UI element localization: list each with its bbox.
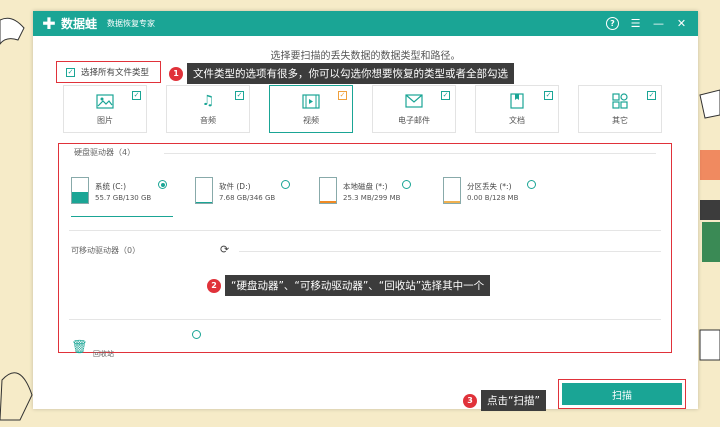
checkbox-icon[interactable]: ✓ xyxy=(338,91,347,100)
annotation-text: 点击“扫描” xyxy=(481,390,546,411)
file-type-label: 其它 xyxy=(612,116,628,125)
annotation-number: 1 xyxy=(169,66,183,81)
hard-drive-section-label: 硬盘驱动器（4） xyxy=(74,148,136,157)
checkbox-icon[interactable]: ✓ xyxy=(235,91,244,100)
file-type-image[interactable]: ✓ 图片 xyxy=(63,85,147,133)
drive-size: 55.7 GB/130 GB xyxy=(95,194,152,202)
file-type-audio[interactable]: ✓ ♫ 音频 xyxy=(166,85,250,133)
refresh-icon[interactable]: ⟳ xyxy=(220,243,229,256)
divider xyxy=(69,319,661,320)
drive-lost-radio[interactable] xyxy=(527,180,536,189)
file-type-label: 音频 xyxy=(200,116,216,125)
annotation-number: 2 xyxy=(207,278,221,293)
annotation-number: 3 xyxy=(463,393,477,408)
image-icon xyxy=(95,92,115,110)
removable-section-label: 可移动驱动器（0） xyxy=(71,246,141,255)
file-type-other[interactable]: ✓ 其它 xyxy=(578,85,662,133)
trash-icon: 🗑 xyxy=(71,340,88,355)
drive-icon xyxy=(195,177,213,204)
file-type-list: ✓ 图片 ✓ ♫ 音频 ✓ 视频 ✓ 电子邮件 ✓ 文档 ✓ 其它 xyxy=(63,85,681,133)
recycle-bin-radio[interactable] xyxy=(192,330,201,339)
select-all-label: 选择所有文件类型 xyxy=(81,68,150,78)
drive-local-radio[interactable] xyxy=(402,180,411,189)
drive-size: 0.00 B/128 MB xyxy=(467,194,519,202)
annotation-text: 文件类型的选项有很多，你可以勾选你想要恢复的类型或者全部勾选 xyxy=(187,63,514,84)
annotation-1: 1 文件类型的选项有很多，你可以勾选你想要恢复的类型或者全部勾选 xyxy=(169,63,514,84)
minimize-icon[interactable]: — xyxy=(652,17,665,30)
annotation-2: 2 “硬盘动器”、“可移动驱动器”、“回收站”选择其中一个 xyxy=(207,275,491,296)
drive-icon xyxy=(71,177,89,204)
radio-selected-dot xyxy=(160,182,165,187)
drive-size: 7.68 GB/346 GB xyxy=(219,194,276,202)
drive-name: 分区丢失 (*:) xyxy=(467,182,512,191)
app-subtitle: 数据恢复专家 xyxy=(107,19,156,28)
divider xyxy=(239,251,661,252)
annotation-3: 3 点击“扫描” xyxy=(463,390,546,411)
file-type-video[interactable]: ✓ 视频 xyxy=(269,85,353,133)
close-icon[interactable]: ✕ xyxy=(675,17,688,30)
menu-icon[interactable]: ☰ xyxy=(629,17,642,30)
file-type-label: 视频 xyxy=(303,116,319,125)
file-type-label: 文档 xyxy=(509,116,525,125)
film-icon xyxy=(301,92,321,110)
help-icon[interactable]: ? xyxy=(606,17,619,30)
titlebar: ✚ 数据蛙 数据恢复专家 ? ☰ — ✕ xyxy=(33,11,698,36)
recycle-bin-label: 回收站 xyxy=(93,350,114,358)
drive-name: 软件 (D:) xyxy=(219,182,251,191)
app-window: ✚ 数据蛙 数据恢复专家 ? ☰ — ✕ 选择要扫描的丢失数据的数据类型和路径。… xyxy=(33,11,698,411)
file-type-email[interactable]: ✓ 电子邮件 xyxy=(372,85,456,133)
checkbox-icon[interactable]: ✓ xyxy=(132,91,141,100)
file-type-label: 图片 xyxy=(97,116,113,125)
checkbox-icon[interactable]: ✓ xyxy=(441,91,450,100)
drive-local[interactable]: 本地磁盘 (*:) 25.3 MB/299 MB xyxy=(319,177,429,217)
select-all-checkbox[interactable]: ✓ 选择所有文件类型 xyxy=(56,61,161,83)
music-icon: ♫ xyxy=(201,93,215,109)
grid-icon xyxy=(610,92,630,110)
drive-size: 25.3 MB/299 MB xyxy=(343,194,401,202)
checkbox-icon[interactable]: ✓ xyxy=(647,91,656,100)
drive-name: 系统 (C:) xyxy=(95,182,126,191)
checkbox-icon[interactable]: ✓ xyxy=(544,91,553,100)
app-name: 数据蛙 xyxy=(61,17,98,31)
file-type-document[interactable]: ✓ 文档 xyxy=(475,85,559,133)
file-type-label: 电子邮件 xyxy=(398,116,430,125)
plus-logo-icon: ✚ xyxy=(42,13,56,33)
annotation-text: “硬盘动器”、“可移动驱动器”、“回收站”选择其中一个 xyxy=(225,275,491,296)
divider xyxy=(164,153,656,154)
page-prompt: 选择要扫描的丢失数据的数据类型和路径。 xyxy=(270,51,461,62)
drive-d-radio[interactable] xyxy=(281,180,290,189)
document-icon xyxy=(507,92,527,110)
drive-c-radio[interactable] xyxy=(158,180,167,189)
checkbox-icon[interactable]: ✓ xyxy=(66,67,75,77)
divider xyxy=(69,230,661,231)
drive-selection-panel: 硬盘驱动器（4） 系统 (C:) 55.7 GB/130 GB 软件 (D:) … xyxy=(58,143,672,358)
envelope-icon xyxy=(404,92,424,110)
drive-name: 本地磁盘 (*:) xyxy=(343,182,388,191)
scan-button-highlight: 扫描 xyxy=(558,379,686,409)
scan-button[interactable]: 扫描 xyxy=(562,383,682,405)
drive-lost-partition[interactable]: 分区丢失 (*:) 0.00 B/128 MB xyxy=(443,177,553,217)
drive-icon xyxy=(443,177,461,204)
drive-icon xyxy=(319,177,337,204)
